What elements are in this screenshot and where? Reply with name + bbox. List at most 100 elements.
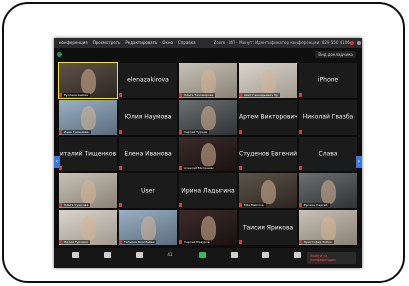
chat-button[interactable] [224,250,244,266]
shield-icon[interactable] [57,52,62,57]
microphone-button[interactable] [66,250,86,266]
participant-name: Ирина Ладыгина [181,187,235,195]
muted-mic-icon [239,129,242,134]
participant-grid: Руслана Ашкин elenazakirova Ольга Тихомиро… [58,62,357,245]
participant-tile[interactable]: италий Тищенков [59,136,117,172]
participant-label: Ерохин Сергей [302,203,330,208]
participant-tile[interactable]: Кристофер Робин [299,210,357,245]
muted-mic-icon [119,166,122,171]
muted-mic-icon [59,129,62,134]
menu-item-view[interactable]: Просмотреть [93,38,121,48]
share-screen-icon [199,252,207,258]
participant-tile[interactable]: Артем Викторович [239,99,297,135]
participant-label: Сергей Турчев [182,129,210,134]
muted-mic-icon [299,166,302,171]
participant-label: Татьяна Воробьёва [122,239,157,244]
participant-name: iPhone [317,76,339,84]
participant-video [81,69,97,94]
muted-mic-icon [299,203,302,208]
participant-label: Mila Malinina [242,203,266,208]
prev-page-arrow[interactable]: ‹ [54,156,60,168]
participant-label: Ольга Тихомирова [182,92,216,97]
muted-mic-icon [119,203,122,208]
menu-item-conference[interactable]: конференция [59,38,88,48]
participant-video [261,69,277,94]
participant-name: Николай Гвазба [302,113,354,121]
participant-label: Кристофер Робин [302,239,334,244]
participant-video [261,179,277,204]
participant-tile[interactable]: Ирина Ладыгина [179,173,237,209]
participants-icon: 41 [167,252,173,257]
menubar-status-icons [349,41,362,45]
muted-mic-icon [119,92,122,97]
participant-tile[interactable]: Студенов Евгений [239,136,297,172]
chat-icon [230,252,238,258]
participant-tile[interactable]: Ерохин Сергей [299,173,357,209]
participant-name: elenazakirova [127,76,169,84]
security-button[interactable] [129,250,149,266]
muted-mic-icon [59,239,62,244]
reactions-button[interactable] [288,250,308,266]
leave-meeting-button[interactable]: Выйти из конференции [307,252,357,264]
participant-tile[interactable]: elenazakirova [119,63,177,98]
participant-label: Сергей Мазуров [182,239,212,244]
muted-mic-icon [179,239,182,244]
record-button[interactable] [256,250,276,266]
participant-video [81,179,97,204]
participant-tile[interactable]: Таисия Ярикова [239,210,297,245]
participant-label: Лилия Турчина [62,239,90,244]
participant-label: Руслана Ашкин [62,92,91,97]
camera-icon [104,252,111,258]
muted-mic-icon [239,166,242,171]
participant-tile[interactable]: Николай Гвазба [299,99,357,135]
participant-name: Елена Иванова [124,150,172,158]
participant-tile[interactable]: iPhone [299,63,357,98]
participant-name: Студенов Евгений [239,150,297,158]
participant-tile[interactable]: Руслана Ашкин [58,62,118,99]
muted-mic-icon [239,92,242,97]
participant-tile[interactable]: Ольга Сушкова [59,173,117,209]
participant-tile[interactable]: Алексей Митюшин [179,136,237,172]
menu-item-help[interactable]: Справка [178,38,196,48]
view-mode-button[interactable]: Вид докладчика [315,51,356,58]
muted-mic-icon [179,92,182,97]
participant-tile[interactable]: Ольга Тихомирова [179,63,237,98]
participant-tile[interactable]: Слава [299,136,357,172]
muted-mic-icon [299,129,302,134]
participant-tile[interactable]: Юлия Наумова [119,99,177,135]
participant-video [321,216,337,241]
participant-label: Ольга Сушкова [62,203,91,208]
muted-mic-icon [239,203,242,208]
muted-mic-icon [59,92,62,97]
next-page-arrow[interactable]: › [356,156,362,168]
menu-item-edit[interactable]: Редактировать [125,38,157,48]
participant-label: Авет Геннадьевич Кр [242,92,280,97]
menu-item-window[interactable]: Окно [162,38,173,48]
participant-tile[interactable]: Авет Геннадьевич Кр [239,63,297,98]
participant-name: Слава [318,150,338,158]
camera-button[interactable] [98,250,118,266]
participants-button[interactable]: 41 [161,250,181,266]
participant-tile[interactable]: Сергей Мазуров [179,210,237,245]
participant-tile[interactable]: Сергей Турчев [179,99,237,135]
participant-video [201,106,217,131]
muted-mic-icon [59,203,62,208]
muted-mic-icon [239,239,242,244]
participant-tile[interactable]: User [119,173,177,209]
microphone-icon [72,252,80,258]
participant-video [81,106,97,131]
participant-tile[interactable]: Mila Malinina [239,173,297,209]
window-title: Zoom - ИП - Минут: Идентификатор конфере… [213,40,350,45]
participant-video [81,216,97,241]
participant-name: Таисия Ярикова [242,224,294,232]
participant-tile[interactable]: Елена Иванова [119,136,177,172]
participant-tile[interactable]: Иван Гришаева [59,99,117,135]
participant-name: Юлия Наумова [124,113,172,121]
participant-label: Алексей Митюшин [182,166,216,171]
meeting-toolbar: 41 Выйти из конференции [54,248,362,268]
participant-video [201,216,217,241]
participant-tile[interactable]: Лилия Турчина [59,210,117,245]
muted-mic-icon [179,166,182,171]
share-screen-button[interactable] [193,250,213,266]
participant-tile[interactable]: Татьяна Воробьёва [119,210,177,245]
